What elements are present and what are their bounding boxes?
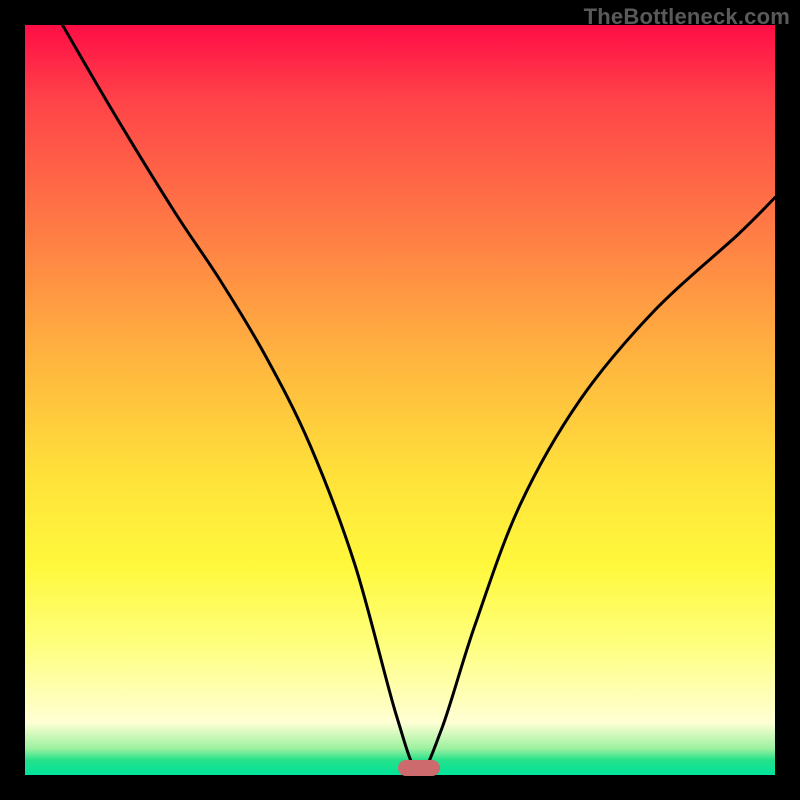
optimum-marker <box>398 760 440 776</box>
chart-frame: TheBottleneck.com <box>0 0 800 800</box>
bottleneck-curve <box>25 25 775 775</box>
